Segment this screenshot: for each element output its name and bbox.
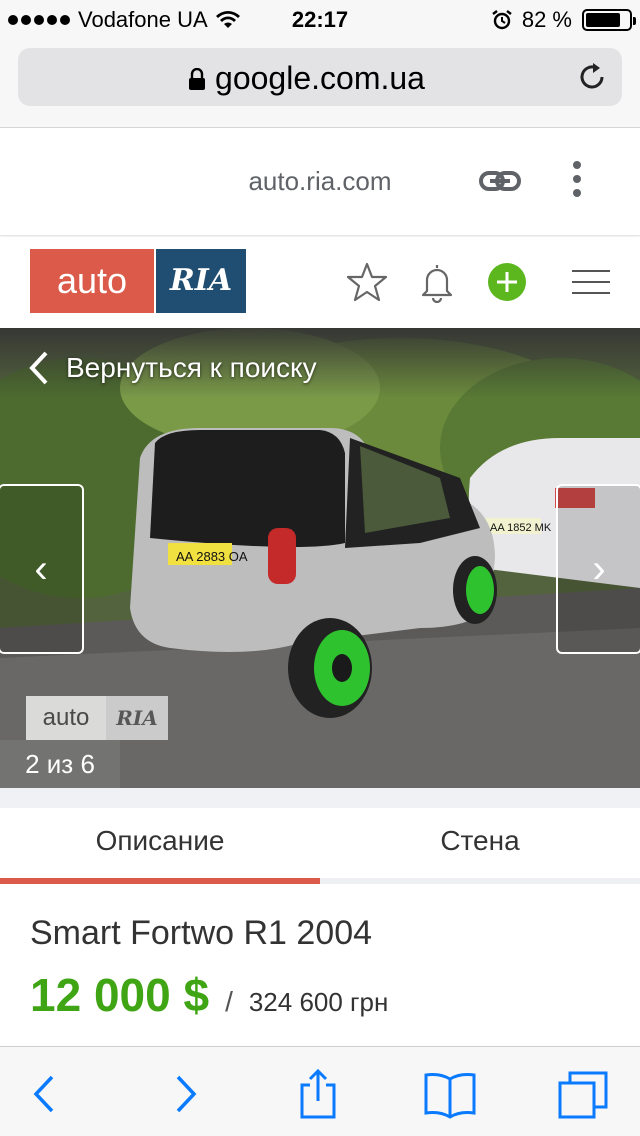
tab-description[interactable]: Описание bbox=[0, 808, 320, 884]
listing-info: Smart Fortwo R1 2004 12 000 $ / 324 600 … bbox=[0, 884, 640, 1056]
amp-viewer-header: auto.ria.com bbox=[0, 129, 640, 236]
plate-front: AA 2883 OA bbox=[176, 549, 248, 564]
alarm-clock-icon bbox=[492, 10, 512, 30]
gallery-next-button[interactable]: › bbox=[556, 484, 640, 654]
back-to-search-label: Вернуться к поиску bbox=[66, 352, 317, 383]
amp-domain[interactable]: auto.ria.com bbox=[0, 166, 640, 197]
chevron-left-icon: ‹ bbox=[34, 546, 48, 591]
content-tabs: Описание Стена bbox=[0, 808, 640, 884]
chevron-left-icon bbox=[29, 351, 48, 385]
photo-counter: 2 из 6 bbox=[0, 740, 120, 788]
url-text: google.com.ua bbox=[215, 60, 425, 96]
more-options-icon[interactable] bbox=[570, 161, 584, 201]
share-icon[interactable] bbox=[288, 1069, 348, 1119]
gallery-prev-button[interactable]: ‹ bbox=[0, 484, 84, 654]
car-title: Smart Fortwo R1 2004 bbox=[30, 914, 373, 952]
browser-toolbar bbox=[0, 1046, 640, 1136]
tab-wall[interactable]: Стена bbox=[320, 808, 640, 884]
price-separator: / bbox=[225, 986, 233, 1017]
link-icon[interactable] bbox=[478, 165, 522, 197]
status-bar: Vodafone UA 22:17 82 % bbox=[0, 0, 640, 40]
plate-other: AA 1852 MK bbox=[490, 522, 552, 534]
logo-auto[interactable]: auto bbox=[30, 249, 154, 313]
bookmarks-icon[interactable] bbox=[420, 1069, 480, 1119]
divider bbox=[0, 788, 640, 808]
back-to-search-link[interactable]: Вернуться к поиску bbox=[28, 350, 317, 386]
logo-ria[interactable]: RIA bbox=[156, 249, 246, 313]
price-row: 12 000 $ / 324 600 грн bbox=[30, 968, 388, 1022]
bell-icon[interactable] bbox=[416, 261, 458, 303]
back-arrow-icon[interactable] bbox=[14, 1069, 74, 1119]
menu-icon[interactable] bbox=[572, 270, 610, 294]
battery-icon bbox=[582, 9, 636, 31]
photo-gallery[interactable]: AA 2883 OA AA 1852 MK Вернуться к поиску… bbox=[0, 328, 640, 788]
star-icon[interactable] bbox=[346, 261, 388, 303]
battery-percent: 82 % bbox=[521, 7, 572, 32]
add-listing-button[interactable] bbox=[488, 263, 526, 301]
price-usd: 12 000 $ bbox=[30, 969, 210, 1021]
reload-icon[interactable] bbox=[576, 61, 608, 93]
watermark-ria: RIA bbox=[106, 696, 168, 740]
status-right: 82 % bbox=[492, 7, 636, 33]
price-uah: 324 600 грн bbox=[248, 987, 389, 1017]
browser-url-area: google.com.ua bbox=[0, 40, 640, 128]
tabs-icon[interactable] bbox=[554, 1069, 614, 1119]
plus-icon bbox=[497, 272, 517, 292]
chevron-right-icon: › bbox=[592, 546, 606, 591]
watermark-auto: auto bbox=[26, 696, 106, 740]
forward-arrow-icon[interactable] bbox=[156, 1069, 216, 1119]
site-header: auto RIA bbox=[0, 237, 640, 328]
photo-watermark: auto RIA bbox=[26, 696, 168, 740]
address-bar[interactable]: google.com.ua bbox=[18, 48, 622, 106]
